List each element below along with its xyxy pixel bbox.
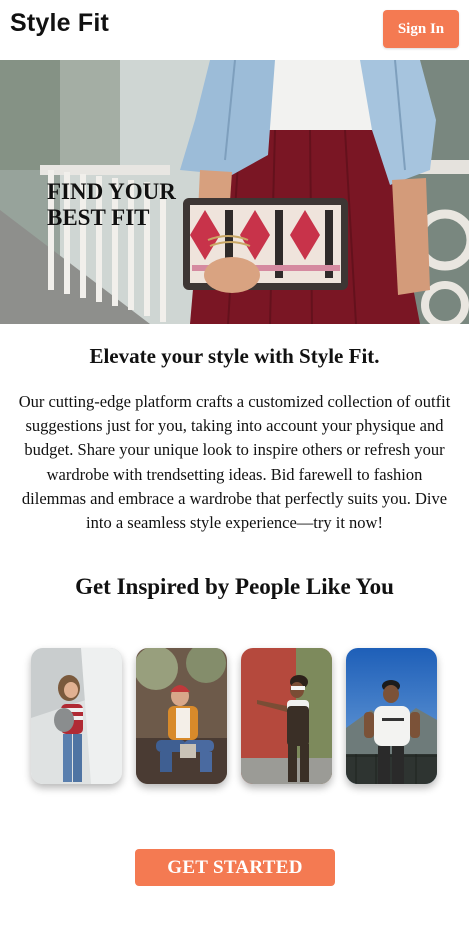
inspiration-photo-1 [31,648,122,784]
tagline: Elevate your style with Style Fit. [89,344,380,368]
inspiration-title: Get Inspired by People Like You [75,574,394,599]
inspiration-card-3[interactable] [241,648,332,784]
hero-headline-line1: FIND YOUR [47,179,176,204]
hero-banner: FIND YOUR BEST FIT [0,60,469,324]
top-header: Style Fit Sign In [0,0,469,60]
hero-headline: FIND YOUR BEST FIT [47,179,207,231]
get-started-button[interactable]: GET STARTED [135,849,335,886]
intro-description: Our cutting-edge platform crafts a custo… [18,392,451,533]
inspiration-photo-3 [241,648,332,784]
brand-logo[interactable]: Style Fit [10,9,109,38]
inspiration-card-1[interactable] [31,648,122,784]
inspiration-photo-4 [346,648,437,784]
inspiration-card-2[interactable] [136,648,227,784]
hero-headline-line2: BEST FIT [47,205,150,230]
inspiration-photo-2 [136,648,227,784]
sign-in-button[interactable]: Sign In [383,10,459,48]
inspiration-card-4[interactable] [346,648,437,784]
inspiration-gallery [31,648,441,784]
